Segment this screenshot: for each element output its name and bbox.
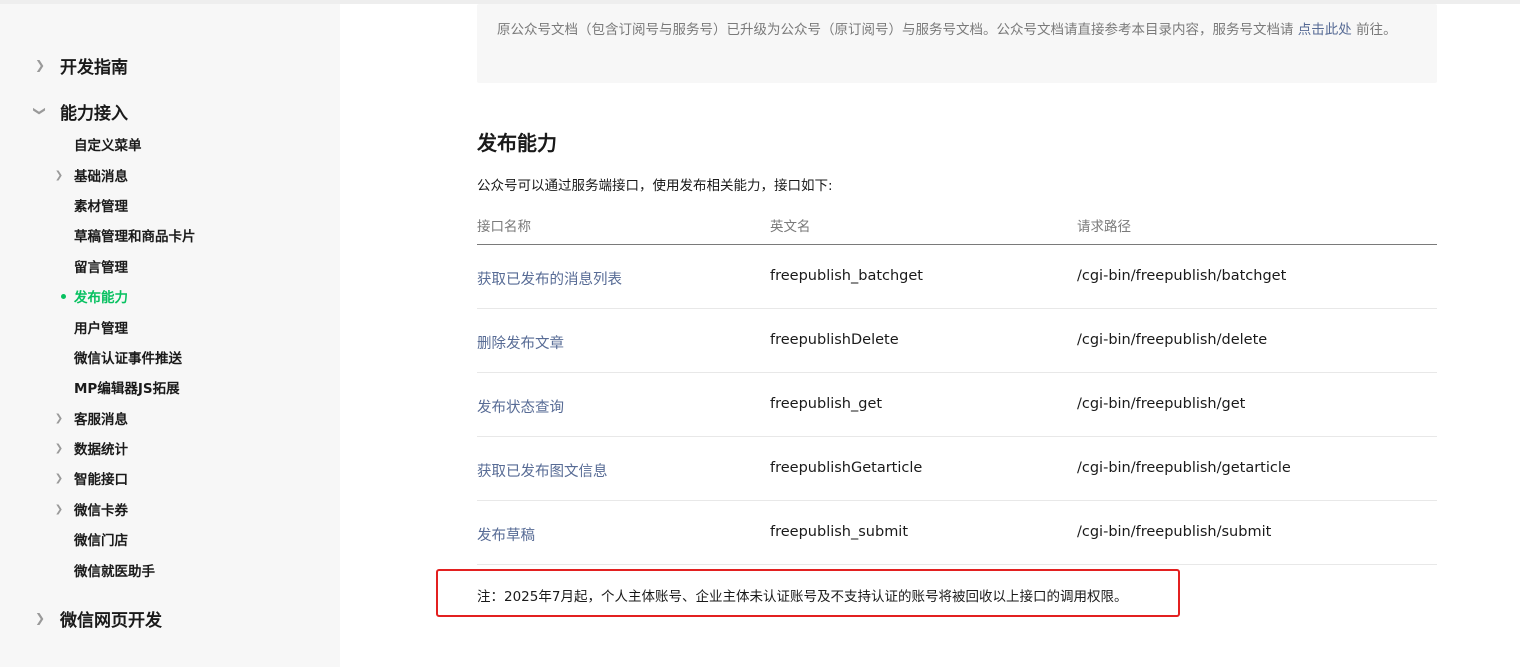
api-name-link[interactable]: 删除发布文章 <box>477 332 564 353</box>
sidebar-item-custom-menu[interactable]: 自定义菜单 <box>0 130 340 158</box>
sidebar-item-label: 用户管理 <box>74 321 128 337</box>
api-name-link[interactable]: 发布草稿 <box>477 524 535 545</box>
sidebar-item-customer-service[interactable]: ❯ 客服消息 <box>0 404 340 432</box>
section-title: 发布能力 <box>477 131 557 155</box>
permission-note: 注：2025年7月起，个人主体账号、企业主体未认证账号及不支持认证的账号将被回收… <box>477 589 1128 605</box>
sidebar-item-label: 发布能力 <box>74 290 128 306</box>
api-request-path: /cgi-bin/freepublish/delete <box>1077 332 1268 348</box>
table-row: 发布草稿 freepublish_submit /cgi-bin/freepub… <box>477 501 1437 565</box>
api-name-link[interactable]: 获取已发布的消息列表 <box>477 268 622 289</box>
sidebar-item-label: 开发指南 <box>60 57 128 78</box>
sidebar-item-user-management[interactable]: 用户管理 <box>0 313 340 341</box>
sidebar-item-label: 数据统计 <box>74 442 128 458</box>
sidebar-item-label: 微信就医助手 <box>74 564 155 580</box>
sidebar-item-label: 微信卡券 <box>74 503 128 519</box>
sidebar-nav: ❯ 开发指南 ❯ 能力接入 自定义菜单 ❯ 基础消息 素材管理 草稿管理和商品卡… <box>0 4 340 667</box>
sidebar-item-medical-assistant[interactable]: 微信就医助手 <box>0 556 340 584</box>
column-header-name: 接口名称 <box>477 219 531 235</box>
sidebar-item-publish-capability[interactable]: 发布能力 <box>0 282 340 310</box>
section-description: 公众号可以通过服务端接口，使用发布相关能力，接口如下: <box>477 178 833 194</box>
sidebar-item-label: 素材管理 <box>74 199 128 215</box>
api-english-name: freepublishDelete <box>770 332 899 348</box>
notice-message-tail: 前往。 <box>1356 22 1397 38</box>
api-english-name: freepublishGetarticle <box>770 460 923 476</box>
sidebar-item-material-management[interactable]: 素材管理 <box>0 191 340 219</box>
api-request-path: /cgi-bin/freepublish/getarticle <box>1077 460 1291 476</box>
upgrade-notice: 原公众号文档（包含订阅号与服务号）已升级为公众号（原订阅号）与服务号文档。公众号… <box>477 4 1437 83</box>
sidebar-item-dev-guide[interactable]: ❯ 开发指南 <box>0 51 340 79</box>
sidebar-item-label: 能力接入 <box>60 103 128 124</box>
table-row: 获取已发布的消息列表 freepublish_batchget /cgi-bin… <box>477 245 1437 309</box>
api-name-link[interactable]: 获取已发布图文信息 <box>477 460 608 481</box>
chevron-right-icon: ❯ <box>34 58 46 72</box>
api-request-path: /cgi-bin/freepublish/get <box>1077 396 1246 412</box>
notice-message: 原公众号文档（包含订阅号与服务号）已升级为公众号（原订阅号）与服务号文档。公众号… <box>497 22 1294 38</box>
chevron-down-icon: ❯ <box>33 105 47 117</box>
sidebar-item-label: 基础消息 <box>74 169 128 185</box>
api-request-path: /cgi-bin/freepublish/submit <box>1077 524 1272 540</box>
api-table: 接口名称 英文名 请求路径 获取已发布的消息列表 freepublish_bat… <box>477 203 1437 565</box>
sidebar-item-capability-access[interactable]: ❯ 能力接入 <box>0 97 340 125</box>
sidebar-item-draft-management[interactable]: 草稿管理和商品卡片 <box>0 221 340 249</box>
sidebar-item-label: 微信认证事件推送 <box>74 351 182 367</box>
notice-link[interactable]: 点击此处 <box>1298 22 1352 38</box>
sidebar-item-label: 客服消息 <box>74 412 128 428</box>
sidebar-item-data-statistics[interactable]: ❯ 数据统计 <box>0 434 340 462</box>
api-english-name: freepublish_submit <box>770 524 909 540</box>
chevron-right-icon: ❯ <box>54 169 64 181</box>
sidebar-item-wechat-verification-events[interactable]: 微信认证事件推送 <box>0 343 340 371</box>
sidebar-item-label: 留言管理 <box>74 260 128 276</box>
sidebar-item-label: 微信门店 <box>74 533 128 549</box>
sidebar-item-smart-interface[interactable]: ❯ 智能接口 <box>0 464 340 492</box>
main-content: 原公众号文档（包含订阅号与服务号）已升级为公众号（原订阅号）与服务号文档。公众号… <box>340 4 1520 667</box>
api-english-name: freepublish_get <box>770 396 883 412</box>
column-header-path: 请求路径 <box>1077 219 1131 235</box>
sidebar-item-label: 智能接口 <box>74 472 128 488</box>
table-row: 删除发布文章 freepublishDelete /cgi-bin/freepu… <box>477 309 1437 373</box>
table-header: 接口名称 英文名 请求路径 <box>477 203 1437 245</box>
chevron-right-icon: ❯ <box>54 503 64 515</box>
sidebar-item-label: 自定义菜单 <box>74 138 142 154</box>
sidebar-item-basic-messages[interactable]: ❯ 基础消息 <box>0 161 340 189</box>
api-english-name: freepublish_batchget <box>770 268 923 284</box>
sidebar-item-wechat-stores[interactable]: 微信门店 <box>0 525 340 553</box>
chevron-right-icon: ❯ <box>54 472 64 484</box>
sidebar-item-comment-management[interactable]: 留言管理 <box>0 252 340 280</box>
sidebar-item-wechat-coupons[interactable]: ❯ 微信卡券 <box>0 495 340 523</box>
sidebar-item-web-development[interactable]: ❯ 微信网页开发 <box>0 604 340 632</box>
sidebar-item-mp-editor-js[interactable]: MP编辑器JS拓展 <box>0 373 340 401</box>
chevron-right-icon: ❯ <box>54 412 64 424</box>
sidebar-item-label: 微信网页开发 <box>60 610 162 631</box>
chevron-right-icon: ❯ <box>54 442 64 454</box>
api-request-path: /cgi-bin/freepublish/batchget <box>1077 268 1287 284</box>
sidebar-item-label: 草稿管理和商品卡片 <box>74 229 196 245</box>
notice-text: 原公众号文档（包含订阅号与服务号）已升级为公众号（原订阅号）与服务号文档。公众号… <box>497 18 1417 42</box>
sidebar-item-label: MP编辑器JS拓展 <box>74 381 180 397</box>
table-row: 发布状态查询 freepublish_get /cgi-bin/freepubl… <box>477 373 1437 437</box>
active-dot-icon <box>61 294 66 299</box>
chevron-right-icon: ❯ <box>34 611 46 625</box>
column-header-english: 英文名 <box>770 219 811 235</box>
table-row: 获取已发布图文信息 freepublishGetarticle /cgi-bin… <box>477 437 1437 501</box>
api-name-link[interactable]: 发布状态查询 <box>477 396 564 417</box>
